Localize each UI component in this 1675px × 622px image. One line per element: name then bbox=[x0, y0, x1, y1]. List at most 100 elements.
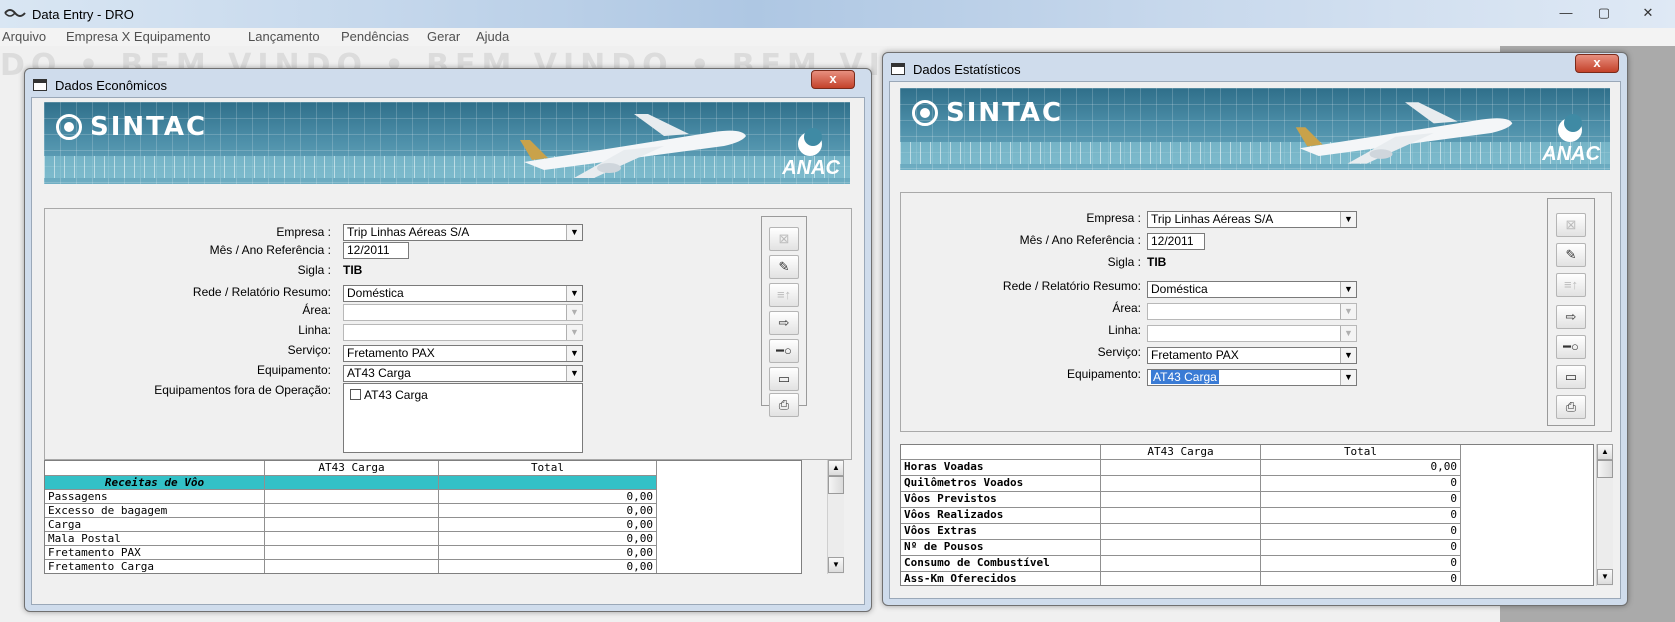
row-cell-at43[interactable] bbox=[265, 490, 439, 504]
scroll-down-icon[interactable]: ▼ bbox=[828, 557, 844, 573]
linha-select[interactable]: ▼ bbox=[343, 324, 583, 341]
scroll-up-icon[interactable]: ▲ bbox=[1597, 444, 1613, 460]
delete-button[interactable]: ⊠ bbox=[769, 227, 799, 251]
row-label: Consumo de Combustível bbox=[901, 556, 1101, 572]
row-cell-at43[interactable] bbox=[265, 504, 439, 518]
row-cell-at43[interactable] bbox=[1101, 540, 1261, 556]
anac-logo-icon bbox=[1558, 114, 1582, 142]
row-label: Passagens bbox=[45, 490, 265, 504]
area-label: Área: bbox=[1112, 301, 1141, 315]
menu-arquivo[interactable]: Arquivo bbox=[2, 29, 46, 44]
chevron-down-icon[interactable]: ▼ bbox=[1340, 370, 1356, 385]
menu-empresa-equipamento[interactable]: Empresa X Equipamento bbox=[66, 29, 211, 44]
chevron-down-icon[interactable]: ▼ bbox=[566, 286, 582, 301]
empresa-select[interactable]: Trip Linhas Aéreas S/A ▼ bbox=[343, 224, 583, 241]
minimize-button[interactable]: — bbox=[1552, 4, 1580, 24]
rede-select[interactable]: Doméstica ▼ bbox=[343, 285, 583, 302]
servico-label: Serviço: bbox=[1097, 345, 1141, 359]
rede-select[interactable]: Doméstica ▼ bbox=[1147, 281, 1357, 298]
sigla-value: TIB bbox=[343, 263, 363, 277]
chevron-down-icon[interactable]: ▼ bbox=[1340, 212, 1356, 227]
rede-value: Doméstica bbox=[1151, 282, 1208, 296]
row-cell-at43[interactable] bbox=[265, 560, 439, 573]
chevron-down-icon[interactable]: ▼ bbox=[566, 225, 582, 240]
row-cell-at43[interactable] bbox=[1101, 556, 1261, 572]
edit-icon[interactable]: ✎ bbox=[769, 255, 799, 279]
scroll-thumb[interactable] bbox=[828, 476, 844, 494]
sintac-banner: SINTAC ANAC bbox=[900, 88, 1610, 170]
export-icon[interactable]: ⇨ bbox=[1556, 305, 1586, 329]
equipamento-select[interactable]: AT43 Carga ▼ bbox=[1147, 369, 1357, 386]
window-icon bbox=[33, 79, 47, 91]
area-select[interactable]: ▼ bbox=[1147, 303, 1357, 320]
row-cell-total: 0,00 bbox=[439, 560, 657, 573]
row-cell-at43[interactable] bbox=[1101, 508, 1261, 524]
row-cell-at43[interactable] bbox=[1101, 524, 1261, 540]
upload-list-icon[interactable]: ≡↑ bbox=[1556, 273, 1586, 297]
chevron-down-icon[interactable]: ▼ bbox=[566, 366, 582, 381]
chevron-down-icon[interactable]: ▼ bbox=[1340, 304, 1356, 319]
edit-icon[interactable]: ✎ bbox=[1556, 243, 1586, 267]
delete-button[interactable]: ⊠ bbox=[1556, 213, 1586, 237]
print-icon[interactable]: ⎙ bbox=[769, 393, 799, 417]
list-item[interactable]: AT43 Carga bbox=[350, 388, 428, 402]
row-label: Fretamento Carga bbox=[45, 560, 265, 573]
servico-select[interactable]: Fretamento PAX ▼ bbox=[1147, 347, 1357, 364]
chevron-down-icon[interactable]: ▼ bbox=[1340, 348, 1356, 363]
menu-lancamento[interactable]: Lançamento bbox=[248, 29, 320, 44]
chevron-down-icon[interactable]: ▼ bbox=[1340, 326, 1356, 341]
sigla-label: Sigla : bbox=[297, 263, 331, 277]
mes-ano-input[interactable]: 12/2011 bbox=[1147, 233, 1205, 250]
row-cell-total: 0,00 bbox=[1261, 460, 1461, 476]
row-cell-at43[interactable] bbox=[1101, 460, 1261, 476]
window-close-button[interactable]: x bbox=[1575, 54, 1619, 73]
empresa-select[interactable]: Trip Linhas Aéreas S/A ▼ bbox=[1147, 211, 1357, 228]
key-icon[interactable]: ━○ bbox=[769, 339, 799, 363]
linha-label: Linha: bbox=[1108, 323, 1141, 337]
equipamento-select[interactable]: AT43 Carga ▼ bbox=[343, 365, 583, 382]
table-header-label bbox=[901, 445, 1101, 460]
row-cell-at43[interactable] bbox=[265, 532, 439, 546]
table-scrollbar[interactable]: ▲ ▼ bbox=[1596, 444, 1613, 586]
checkbox[interactable] bbox=[350, 389, 361, 400]
window-icon[interactable]: ▭ bbox=[1556, 365, 1586, 389]
scroll-down-icon[interactable]: ▼ bbox=[1597, 569, 1613, 585]
window-title: Dados Estatísticos bbox=[913, 62, 1021, 77]
menu-pendencias[interactable]: Pendências bbox=[341, 29, 409, 44]
servico-select[interactable]: Fretamento PAX ▼ bbox=[343, 345, 583, 362]
rede-label: Rede / Relatório Resumo: bbox=[1002, 279, 1141, 293]
menu-gerar[interactable]: Gerar bbox=[427, 29, 460, 44]
row-cell-at43[interactable] bbox=[1101, 572, 1261, 585]
chevron-down-icon[interactable]: ▼ bbox=[566, 346, 582, 361]
print-icon[interactable]: ⎙ bbox=[1556, 395, 1586, 419]
side-toolbar: ⊠ ✎ ≡↑ ⇨ ━○ ▭ ⎙ bbox=[1547, 198, 1595, 426]
empresa-value: Trip Linhas Aéreas S/A bbox=[347, 225, 470, 239]
upload-list-icon[interactable]: ≡↑ bbox=[769, 283, 799, 307]
empresa-value: Trip Linhas Aéreas S/A bbox=[1151, 212, 1274, 226]
row-cell-at43[interactable] bbox=[265, 518, 439, 532]
sintac-banner: SINTAC ANAC bbox=[44, 102, 850, 184]
menu-ajuda[interactable]: Ajuda bbox=[476, 29, 509, 44]
table-scrollbar[interactable]: ▲ ▼ bbox=[827, 460, 844, 574]
window-icon[interactable]: ▭ bbox=[769, 367, 799, 391]
fora-operacao-list[interactable]: AT43 Carga bbox=[343, 383, 583, 453]
linha-select[interactable]: ▼ bbox=[1147, 325, 1357, 342]
row-cell-at43[interactable] bbox=[1101, 476, 1261, 492]
close-button[interactable]: ✕ bbox=[1634, 4, 1662, 24]
window-close-button[interactable]: x bbox=[811, 70, 855, 89]
row-cell-at43[interactable] bbox=[1101, 492, 1261, 508]
row-cell-total: 0,00 bbox=[439, 532, 657, 546]
scroll-up-icon[interactable]: ▲ bbox=[828, 460, 844, 476]
scroll-thumb[interactable] bbox=[1597, 460, 1613, 478]
chevron-down-icon[interactable]: ▼ bbox=[1340, 282, 1356, 297]
export-icon[interactable]: ⇨ bbox=[769, 311, 799, 335]
maximize-button[interactable]: ▢ bbox=[1590, 4, 1618, 24]
chevron-down-icon[interactable]: ▼ bbox=[566, 305, 582, 320]
chevron-down-icon[interactable]: ▼ bbox=[566, 325, 582, 340]
area-select[interactable]: ▼ bbox=[343, 304, 583, 321]
key-icon[interactable]: ━○ bbox=[1556, 335, 1586, 359]
row-cell-at43[interactable] bbox=[265, 546, 439, 560]
row-cell-total: 0 bbox=[1261, 572, 1461, 585]
section-header-cell bbox=[265, 476, 439, 490]
mes-ano-input[interactable]: 12/2011 bbox=[343, 242, 409, 259]
